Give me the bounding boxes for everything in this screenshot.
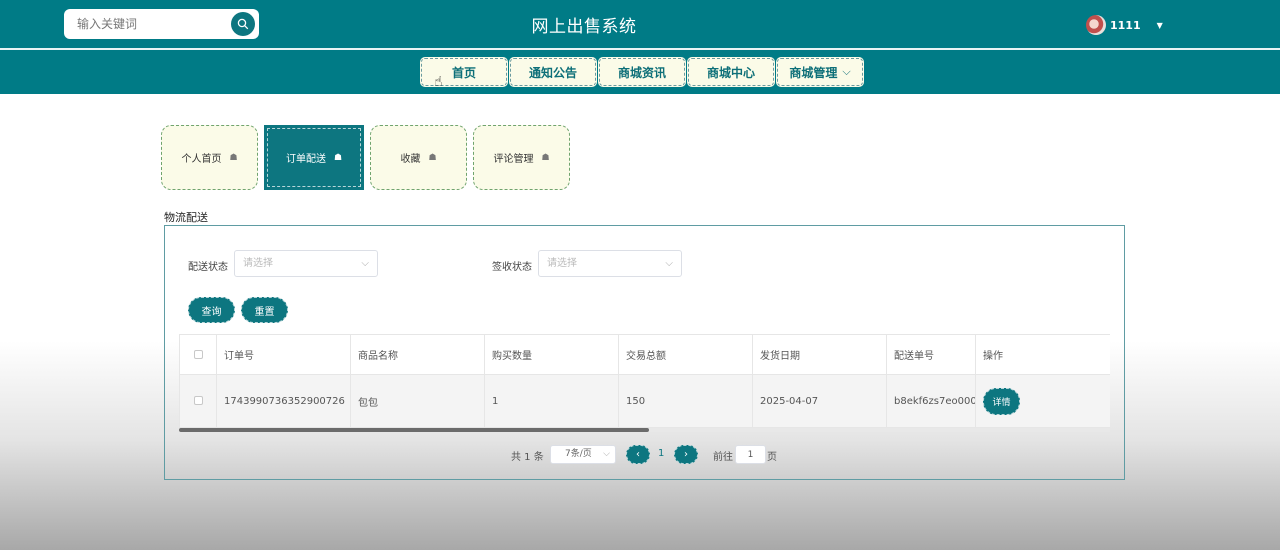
quantity-cell: 1	[484, 374, 619, 428]
nav-item-label: 商城中心	[706, 65, 755, 80]
table-header-row: 订单号 商品名称 购买数量 交易总额 发货日期 配送单号 操作	[179, 334, 1110, 375]
tab-label: 收藏	[400, 154, 421, 165]
home-icon: ☗	[229, 152, 238, 163]
product-name-cell: 包包	[350, 374, 485, 428]
home-icon: ☗	[333, 152, 343, 163]
total-cell: 150	[618, 374, 753, 428]
nav-item-label: 商城资讯	[617, 65, 666, 80]
order-number-cell: 1743990736352900726	[216, 374, 351, 428]
next-page-button[interactable]: ›	[674, 445, 698, 464]
tab-favorites[interactable]: 收藏 ☗	[370, 125, 467, 190]
row-checkbox[interactable]	[193, 396, 203, 405]
column-header: 购买数量	[484, 334, 619, 375]
column-header: 订单号	[216, 334, 351, 375]
chevron-left-icon: ‹	[636, 449, 640, 460]
nav-item-label: 首页	[451, 65, 476, 80]
tab-label: 订单配送	[285, 154, 326, 165]
column-header: 配送单号	[886, 334, 976, 375]
column-header: 交易总额	[618, 334, 753, 375]
chevron-right-icon: ›	[684, 449, 688, 460]
chevron-down-icon: ⌵	[361, 258, 369, 269]
column-header: 操作	[975, 334, 1110, 375]
caret-down-icon[interactable]: ▼	[1157, 21, 1163, 30]
goto-suffix: 页	[767, 452, 777, 463]
tab-label: 个人首页	[181, 154, 222, 165]
site-title: 网上出售系统	[531, 17, 637, 37]
goto-page-input[interactable]	[735, 445, 766, 464]
search-icon	[237, 18, 249, 30]
tab-label: 评论管理	[493, 154, 534, 165]
home-icon: ☗	[428, 152, 437, 163]
reset-button[interactable]: 重置	[241, 297, 288, 323]
nav-item-label: 通知公告	[528, 65, 577, 80]
delivery-panel: 配送状态 请选择 ⌵ 签收状态 请选择 ⌵ 查询 重置 订单号 商品名称 购买数…	[164, 225, 1125, 480]
top-header: 网上出售系统 1111 ▼	[0, 0, 1280, 48]
detail-button[interactable]: 详情	[983, 387, 1020, 415]
ship-date-cell: 2025-04-07	[752, 374, 887, 428]
user-menu[interactable]: 1111 ▼	[1086, 14, 1163, 36]
delivery-status-select[interactable]: 请选择 ⌵	[234, 250, 378, 277]
page-size-value: 7条/页	[565, 449, 592, 459]
tab-personal-home[interactable]: 个人首页 ☗	[161, 125, 258, 190]
row-checkbox-cell	[179, 374, 217, 428]
section-title: 物流配送	[164, 211, 208, 224]
tab-comment-management[interactable]: 评论管理 ☗	[473, 125, 570, 190]
page-size-select[interactable]: 7条/页 ⌵	[550, 445, 616, 464]
horizontal-scrollbar[interactable]	[179, 428, 1110, 432]
nav-item-mall-center[interactable]: 商城中心	[688, 58, 774, 86]
username[interactable]: 1111	[1110, 19, 1141, 32]
chevron-down-icon: ⌵	[603, 449, 610, 459]
main-nav: 首页 通知公告 商城资讯 商城中心 商城管理 ⌵	[421, 58, 866, 86]
search-box	[64, 9, 259, 39]
tab-order-delivery[interactable]: 订单配送 ☗	[264, 125, 364, 190]
hand-cursor-icon: ☝	[434, 74, 443, 90]
search-button[interactable]	[231, 12, 255, 36]
column-header: 发货日期	[752, 334, 887, 375]
goto-prefix: 前往	[713, 452, 733, 463]
nav-item-news[interactable]: 商城资讯	[599, 58, 685, 86]
nav-item-label: 商城管理	[789, 65, 838, 80]
action-cell: 详情	[975, 374, 1110, 428]
delivery-status-label: 配送状态	[188, 262, 228, 273]
center-tabs: 个人首页 ☗ 订单配送 ☗ 收藏 ☗ 评论管理 ☗	[161, 125, 576, 190]
home-icon: ☗	[541, 152, 550, 163]
nav-item-mall-management[interactable]: 商城管理 ⌵	[777, 58, 863, 86]
receipt-status-label: 签收状态	[492, 262, 532, 273]
search-input[interactable]	[64, 9, 224, 39]
select-placeholder: 请选择	[547, 258, 577, 269]
chevron-down-icon: ⌵	[665, 258, 673, 269]
receipt-status-select[interactable]: 请选择 ⌵	[538, 250, 682, 277]
select-all-checkbox[interactable]	[193, 349, 203, 359]
orders-table: 订单号 商品名称 购买数量 交易总额 发货日期 配送单号 操作 17439907…	[179, 334, 1110, 432]
prev-page-button[interactable]: ‹	[626, 445, 650, 464]
scrollbar-thumb[interactable]	[179, 428, 649, 432]
query-button[interactable]: 查询	[188, 297, 235, 323]
select-all-cell	[179, 334, 217, 375]
page-number[interactable]: 1	[658, 448, 664, 459]
column-header: 商品名称	[350, 334, 485, 375]
nav-item-notices[interactable]: 通知公告	[510, 58, 596, 86]
avatar[interactable]	[1086, 15, 1106, 35]
table-row: 1743990736352900726 包包 1 150 2025-04-07 …	[179, 374, 1110, 428]
select-placeholder: 请选择	[243, 258, 273, 269]
delivery-number-cell: b8ekf6zs7eo00000	[886, 374, 976, 428]
chevron-down-icon: ⌵	[842, 65, 851, 78]
total-count: 共 1 条	[511, 452, 544, 463]
